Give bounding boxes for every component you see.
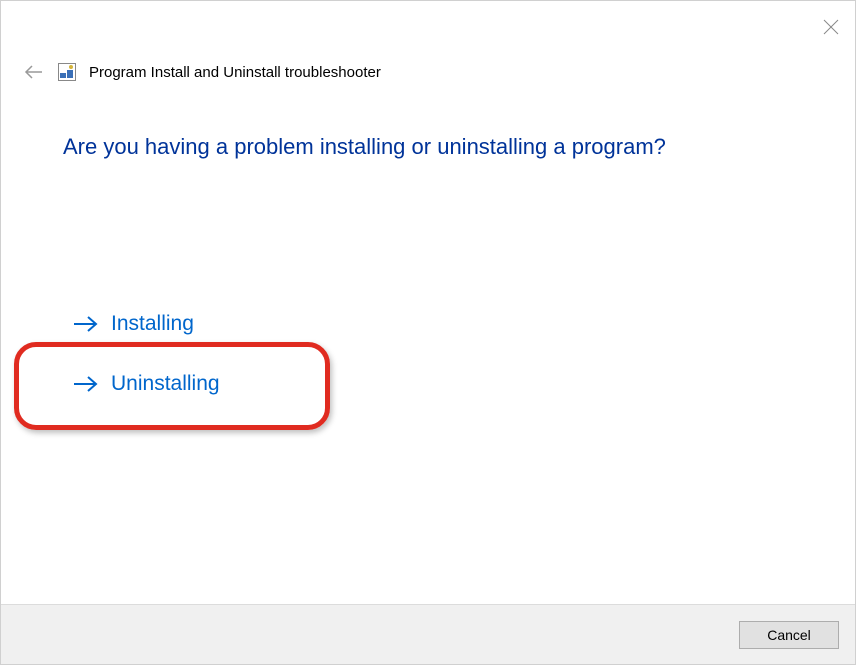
header-row: Program Install and Uninstall troublesho… — [1, 51, 855, 93]
close-button[interactable] — [821, 17, 841, 37]
back-arrow-icon — [24, 64, 44, 80]
close-icon — [823, 19, 839, 35]
arrow-right-icon — [71, 313, 101, 335]
back-button[interactable] — [23, 61, 45, 83]
option-installing[interactable]: Installing — [71, 312, 194, 336]
options-list: Installing Uninstalling — [63, 312, 793, 396]
option-label: Uninstalling — [111, 372, 220, 396]
title-bar — [1, 1, 855, 51]
arrow-right-icon — [71, 373, 101, 395]
app-icon — [57, 62, 77, 82]
question-heading: Are you having a problem installing or u… — [63, 133, 793, 162]
header-title: Program Install and Uninstall troublesho… — [89, 64, 381, 81]
main-content: Are you having a problem installing or u… — [1, 93, 855, 396]
cancel-button[interactable]: Cancel — [739, 621, 839, 649]
option-uninstalling[interactable]: Uninstalling — [71, 372, 220, 396]
footer: Cancel — [1, 604, 855, 664]
option-label: Installing — [111, 312, 194, 336]
